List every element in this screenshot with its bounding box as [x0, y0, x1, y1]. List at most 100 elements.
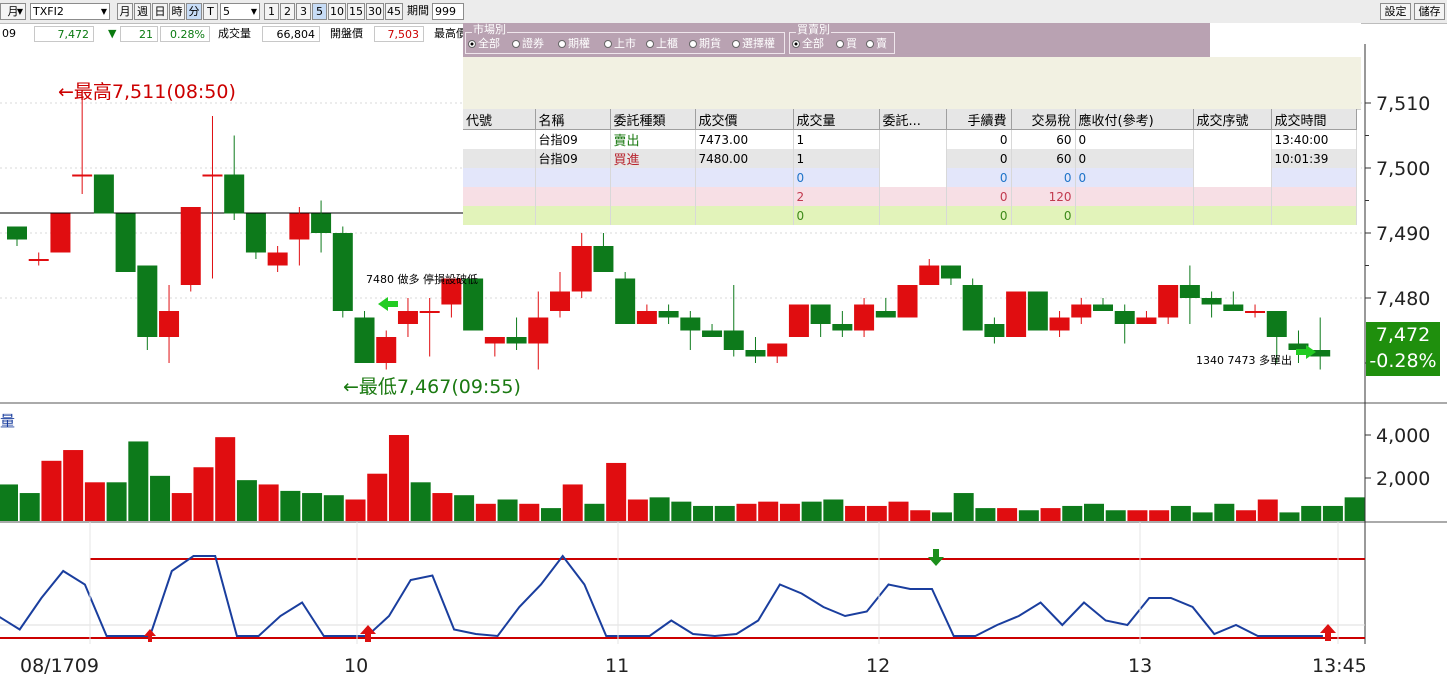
btn-hour[interactable]: 時 [169, 3, 185, 20]
save-button[interactable]: 儲存 [1414, 3, 1445, 20]
radio-icon [512, 40, 520, 48]
volume-tick-label: 4,000 [1376, 425, 1430, 447]
volume-bar [801, 501, 822, 521]
table-row[interactable]: 2 0 120 [463, 187, 1357, 206]
table-row[interactable]: 0 0 0 [463, 206, 1357, 225]
cell: 買進 [610, 149, 696, 168]
candle-body [1223, 304, 1244, 311]
period-select[interactable]: 月 ▼ [0, 3, 26, 20]
cell [1075, 187, 1194, 206]
volume-bar [866, 505, 887, 521]
btn-5min[interactable]: 5 [312, 3, 327, 20]
volume-bar [0, 484, 18, 521]
candle-body [636, 311, 657, 324]
market-option-futures[interactable]: 期貨 [689, 37, 721, 50]
volume-bar [1344, 497, 1365, 521]
volume-bar [215, 437, 236, 521]
volume-bar [258, 484, 279, 521]
btn-day[interactable]: 日 [152, 3, 168, 20]
side-option-sell[interactable]: 賣 [866, 37, 887, 50]
col-header[interactable]: 名稱 [535, 109, 611, 130]
btn-15min[interactable]: 15 [347, 3, 365, 20]
col-header[interactable]: 手續費 [946, 109, 1012, 130]
minute-interval-select[interactable]: 5 ▼ [220, 3, 260, 20]
low-annotation: ←最低7,467(09:55) [343, 376, 521, 398]
cell [879, 168, 947, 187]
cell: 0 [793, 168, 880, 187]
down-arrow-icon: ▼ [108, 27, 117, 40]
volume-bar [84, 482, 105, 521]
col-header[interactable]: 交易稅 [1011, 109, 1076, 130]
btn-week[interactable]: 週 [134, 3, 151, 20]
volume-bar [1062, 505, 1083, 521]
table-row[interactable]: 台指09 賣出 7473.00 1 0 60 0 13:40:00 [463, 129, 1357, 149]
symbol-input[interactable]: TXFI2 ▼ [30, 3, 110, 20]
col-header[interactable]: 委託... [879, 109, 947, 130]
settings-button[interactable]: 設定 [1380, 3, 1411, 20]
table-row[interactable]: 0 0 0 0 [463, 168, 1357, 187]
volume-label: 成交量 [218, 27, 251, 40]
volume-bar [823, 499, 844, 521]
candle-body [311, 213, 332, 233]
btn-1min[interactable]: 1 [264, 3, 279, 20]
candle-body [180, 207, 201, 285]
radio-icon [792, 40, 800, 48]
price-tick-label: 7,510 [1376, 93, 1430, 115]
candle-body [550, 291, 570, 311]
volume-bar [19, 493, 40, 521]
side-option-all[interactable]: 全部 [792, 37, 824, 50]
btn-month[interactable]: 月 [117, 3, 133, 20]
period-count-label: 期間 [407, 4, 429, 17]
btn-3min[interactable]: 3 [296, 3, 311, 20]
symbol-value: TXFI2 [33, 5, 64, 18]
up-arrow-icon [144, 629, 156, 642]
table-row[interactable]: 台指09 買進 7480.00 1 0 60 0 10:01:39 [463, 149, 1357, 168]
period-count-input[interactable]: 999 [432, 3, 464, 20]
col-header[interactable]: 成交價 [695, 109, 794, 130]
volume-bar [953, 493, 974, 521]
col-header[interactable]: 應收付(參考) [1075, 109, 1194, 130]
volume-bar [1301, 505, 1322, 521]
cell [1193, 206, 1272, 225]
candle-body [1245, 311, 1266, 313]
cell: 2 [793, 187, 880, 206]
col-header[interactable]: 代號 [463, 109, 536, 130]
btn-10min[interactable]: 10 [328, 3, 346, 20]
open-label: 開盤價 [330, 27, 363, 40]
quote-change-pct: 0.28% [160, 26, 210, 42]
col-header[interactable]: 委託種類 [610, 109, 696, 130]
cell: 60 [1011, 129, 1076, 149]
entry-note: 7480 做多 停損設破低 [366, 272, 478, 286]
indicator-line [0, 554, 1323, 638]
side-option-buy[interactable]: 買 [836, 37, 857, 50]
chevron-down-icon: ▼ [16, 7, 23, 16]
volume-bar [1084, 503, 1104, 521]
market-option-listed[interactable]: 上市 [604, 37, 636, 50]
candle-body [1071, 304, 1092, 318]
candle-body [919, 265, 940, 285]
cell: 0 [1011, 206, 1076, 225]
market-option-otc[interactable]: 上櫃 [646, 37, 678, 50]
btn-minute[interactable]: 分 [186, 3, 202, 20]
btn-2min[interactable]: 2 [280, 3, 295, 20]
chart-toolbar: 月 ▼ TXFI2 ▼ 月 週 日 時 分 T 5 ▼ 1 2 3 5 10 15 3… [0, 0, 1447, 24]
col-header[interactable]: 成交序號 [1193, 109, 1272, 130]
market-option-all[interactable]: 全部 [468, 37, 500, 50]
col-header[interactable]: 成交時間 [1271, 109, 1357, 130]
cell [879, 187, 947, 206]
market-option-securities[interactable]: 證券 [512, 37, 544, 50]
cell [695, 206, 794, 225]
market-option-derivatives[interactable]: 期權 [558, 37, 590, 50]
candle-body [984, 324, 1005, 337]
market-filter-group: 市場別 全部 證券 期權 上市 上櫃 期貨 選擇權 [465, 24, 785, 54]
market-filter-title: 市場別 [472, 23, 507, 36]
radio-icon [732, 40, 740, 48]
btn-tick[interactable]: T [203, 3, 218, 20]
volume-bar [236, 480, 257, 521]
quote-price: 7,472 [34, 26, 94, 42]
col-header[interactable]: 成交量 [793, 109, 880, 130]
btn-45min[interactable]: 45 [385, 3, 403, 20]
time-tick-label: 13:45 [1312, 655, 1367, 676]
btn-30min[interactable]: 30 [366, 3, 384, 20]
market-option-options[interactable]: 選擇權 [732, 37, 775, 50]
